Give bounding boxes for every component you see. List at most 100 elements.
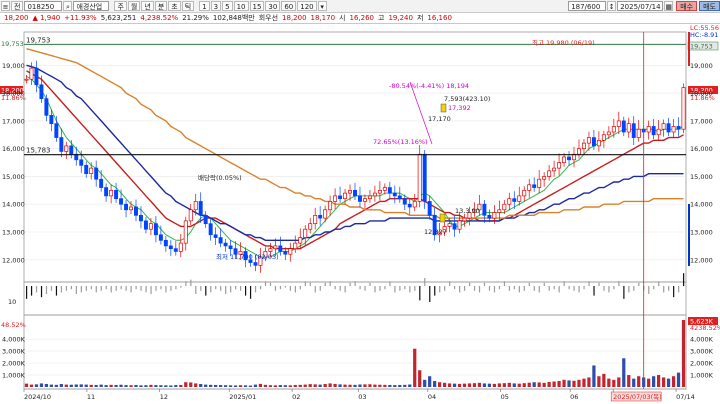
- volume-bar: [378, 384, 382, 387]
- calendar-icon[interactable]: ▦: [664, 1, 674, 11]
- interval-1-button[interactable]: 1: [199, 1, 210, 11]
- volume-bar: [59, 384, 63, 387]
- candle-body: [372, 192, 377, 197]
- oscillator-bar: [384, 286, 386, 290]
- mid-annotation-a: 7,593(423.10): [444, 95, 490, 103]
- oscillator-bar: [299, 286, 301, 290]
- x-tick-label: 03: [358, 393, 366, 401]
- stock-name-field[interactable]: 애경산업: [73, 1, 110, 11]
- interval-15-button[interactable]: 15: [249, 1, 265, 11]
- menu-toggle-button[interactable]: ≡: [1, 1, 10, 11]
- candle-body: [348, 189, 352, 194]
- candle-body: [168, 245, 173, 250]
- volume-bar: [273, 385, 277, 387]
- candle-body: [323, 209, 328, 219]
- interval-3-button[interactable]: 3: [210, 1, 222, 11]
- oscillator-bar: [563, 281, 565, 286]
- oscillator-bar: [518, 286, 520, 293]
- volume-bar: [343, 384, 347, 387]
- volume-bar: [542, 382, 546, 387]
- volume-bar: [104, 385, 108, 387]
- date-field[interactable]: 2025/07/14: [617, 1, 664, 11]
- period-tick-button[interactable]: 틱: [181, 1, 195, 11]
- candle-body: [447, 223, 452, 227]
- volume-bar: [676, 372, 681, 387]
- volume-bar: [199, 384, 203, 387]
- stock-code-input[interactable]: 018250: [24, 1, 63, 11]
- low-annotation: 12,827: [424, 228, 447, 236]
- count-field[interactable]: 187/600: [568, 1, 607, 11]
- volume-bar: [338, 384, 342, 387]
- candle-body: [288, 248, 293, 255]
- oscillator-bar: [464, 286, 466, 291]
- candle-body: [532, 184, 537, 188]
- volume-bar: [607, 378, 611, 387]
- candle-body: [457, 220, 462, 230]
- volume-bar: [174, 385, 178, 387]
- volume-bar: [527, 382, 531, 387]
- market-prefix-button[interactable]: 전: [11, 1, 24, 11]
- volume-bar: [39, 383, 44, 387]
- oscillator-bar: [45, 286, 48, 294]
- candle-body: [333, 195, 338, 202]
- volume-tick-label: 3,000K: [2, 348, 26, 356]
- left-top-value: 19,753: [1, 40, 24, 48]
- oscillator-bar: [344, 286, 346, 293]
- oscillator-bar: [444, 286, 446, 291]
- candle-body: [293, 242, 298, 250]
- volume-bar: [49, 384, 53, 387]
- candle-body: [228, 245, 233, 250]
- candle-body: [382, 187, 387, 191]
- volume-bar: [248, 385, 253, 387]
- volume-bar: [144, 385, 148, 387]
- mid-annotation-c: 17,170: [428, 115, 451, 123]
- interval-10-button[interactable]: 10: [233, 1, 249, 11]
- stock-chart[interactable]: 19,753 15,783 19,753 18,200 11.86% 19,75…: [0, 24, 720, 404]
- volume-bar: [164, 385, 168, 387]
- period-second-button[interactable]: 초: [168, 1, 181, 11]
- oscillator-bar: [165, 286, 167, 293]
- oscillator-bar: [573, 286, 575, 291]
- volume-bar: [373, 384, 377, 387]
- buy-button[interactable]: 매수: [676, 1, 698, 11]
- amount-label: 회우선: [258, 14, 279, 22]
- period-day-button[interactable]: 주: [114, 1, 127, 11]
- spin-icon[interactable]: ↕: [607, 1, 617, 11]
- period-minute-button[interactable]: 분: [154, 1, 168, 11]
- candle-body: [661, 123, 666, 130]
- oscillator-bar: [55, 286, 58, 296]
- volume-bar: [353, 384, 357, 387]
- oscillator-bar: [170, 286, 172, 291]
- interval-60-button[interactable]: 60: [281, 1, 297, 11]
- candle-body: [636, 128, 641, 138]
- oscillator-bar: [449, 281, 451, 286]
- sell-button[interactable]: 매도: [699, 1, 720, 11]
- volume-bar: [283, 385, 287, 387]
- dropdown-icon[interactable]: ▾: [317, 1, 327, 11]
- volume-value: 5,623,251: [100, 14, 137, 22]
- search-icon[interactable]: ⌕: [63, 1, 73, 11]
- interval-120-button[interactable]: 120: [297, 1, 317, 11]
- lowest-annotation: 최저 11,700 (02/03): [216, 252, 279, 261]
- candle-body: [104, 187, 109, 197]
- oscillator-bar: [35, 286, 38, 293]
- candle-body: [84, 164, 89, 175]
- volume-bar: [348, 384, 352, 387]
- volume-bar: [323, 384, 327, 387]
- volume-bar: [582, 378, 586, 387]
- y-tick-label: 15,000: [690, 173, 713, 181]
- oscillator-bar: [419, 286, 421, 301]
- volume-bar: [627, 375, 631, 387]
- candle-body: [611, 126, 616, 133]
- y-tick-label: 18,000: [690, 90, 713, 98]
- period-month-button[interactable]: 월: [127, 1, 141, 11]
- candle-body: [666, 123, 671, 133]
- interval-5-button[interactable]: 5: [222, 1, 233, 11]
- volume-bar: [622, 358, 626, 387]
- x-tick-label: 12: [160, 393, 168, 401]
- interval-30-button[interactable]: 30: [265, 1, 281, 11]
- period-year-button[interactable]: 년: [141, 1, 154, 11]
- candle-body: [109, 189, 114, 197]
- candle-body: [79, 159, 84, 166]
- oscillator-bar: [483, 282, 486, 286]
